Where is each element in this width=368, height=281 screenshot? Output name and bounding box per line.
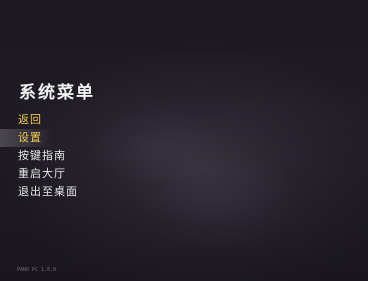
menu-item-back[interactable]: 返回 bbox=[0, 111, 200, 129]
menu-item-exit-to-desktop[interactable]: 退出至桌面 bbox=[0, 183, 200, 201]
menu-item-key-guide[interactable]: 按键指南 bbox=[0, 147, 200, 165]
menu-item-settings[interactable]: 设置 bbox=[0, 129, 54, 147]
menu-title: 系统菜单 bbox=[19, 83, 95, 103]
menu-item-restart-lobby[interactable]: 重启大厅 bbox=[0, 165, 200, 183]
version-label: PANO PC 1.0.0 bbox=[17, 267, 57, 273]
menu-list: 返回 设置 按键指南 重启大厅 退出至桌面 bbox=[0, 111, 200, 201]
